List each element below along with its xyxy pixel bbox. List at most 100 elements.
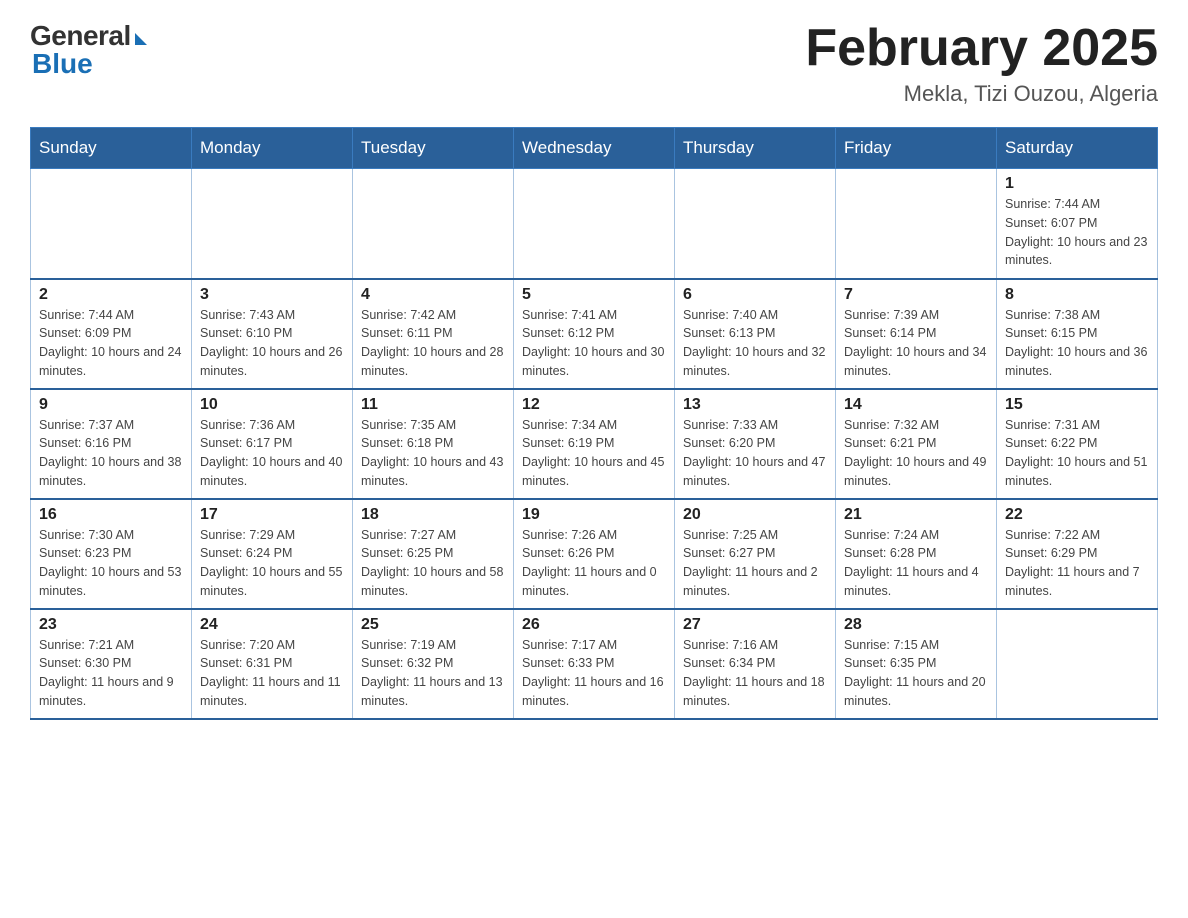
calendar-cell: 22 Sunrise: 7:22 AMSunset: 6:29 PMDayligh… xyxy=(997,499,1158,609)
calendar-cell xyxy=(353,169,514,279)
day-of-week-tuesday: Tuesday xyxy=(353,128,514,169)
day-number: 16 xyxy=(39,506,183,524)
day-number: 12 xyxy=(522,396,666,414)
day-info: Sunrise: 7:42 AMSunset: 6:11 PMDaylight:… xyxy=(361,306,505,381)
day-info: Sunrise: 7:25 AMSunset: 6:27 PMDaylight:… xyxy=(683,526,827,601)
day-number: 13 xyxy=(683,396,827,414)
calendar-cell: 26 Sunrise: 7:17 AMSunset: 6:33 PMDayligh… xyxy=(514,609,675,719)
day-info: Sunrise: 7:44 AMSunset: 6:07 PMDaylight:… xyxy=(1005,195,1149,270)
calendar-cell: 8 Sunrise: 7:38 AMSunset: 6:15 PMDaylight… xyxy=(997,279,1158,389)
calendar-cell: 3 Sunrise: 7:43 AMSunset: 6:10 PMDaylight… xyxy=(192,279,353,389)
day-info: Sunrise: 7:32 AMSunset: 6:21 PMDaylight:… xyxy=(844,416,988,491)
day-number: 23 xyxy=(39,616,183,634)
day-info: Sunrise: 7:38 AMSunset: 6:15 PMDaylight:… xyxy=(1005,306,1149,381)
day-number: 9 xyxy=(39,396,183,414)
day-of-week-monday: Monday xyxy=(192,128,353,169)
day-info: Sunrise: 7:17 AMSunset: 6:33 PMDaylight:… xyxy=(522,636,666,711)
day-number: 14 xyxy=(844,396,988,414)
day-number: 21 xyxy=(844,506,988,524)
day-number: 19 xyxy=(522,506,666,524)
calendar-cell xyxy=(192,169,353,279)
calendar-cell xyxy=(675,169,836,279)
calendar-cell: 23 Sunrise: 7:21 AMSunset: 6:30 PMDayligh… xyxy=(31,609,192,719)
day-number: 24 xyxy=(200,616,344,634)
day-number: 26 xyxy=(522,616,666,634)
day-info: Sunrise: 7:26 AMSunset: 6:26 PMDaylight:… xyxy=(522,526,666,601)
day-info: Sunrise: 7:35 AMSunset: 6:18 PMDaylight:… xyxy=(361,416,505,491)
calendar-title: February 2025 xyxy=(805,20,1158,77)
calendar-cell xyxy=(31,169,192,279)
calendar-cell: 10 Sunrise: 7:36 AMSunset: 6:17 PMDayligh… xyxy=(192,389,353,499)
calendar-week-5: 23 Sunrise: 7:21 AMSunset: 6:30 PMDayligh… xyxy=(31,609,1158,719)
calendar-cell: 9 Sunrise: 7:37 AMSunset: 6:16 PMDaylight… xyxy=(31,389,192,499)
day-info: Sunrise: 7:39 AMSunset: 6:14 PMDaylight:… xyxy=(844,306,988,381)
day-info: Sunrise: 7:31 AMSunset: 6:22 PMDaylight:… xyxy=(1005,416,1149,491)
page-header: General Blue February 2025 Mekla, Tizi O… xyxy=(30,20,1158,107)
day-of-week-saturday: Saturday xyxy=(997,128,1158,169)
calendar-cell: 16Sunrise: 7:30 AMSunset: 6:23 PMDayligh… xyxy=(31,499,192,609)
day-info: Sunrise: 7:16 AMSunset: 6:34 PMDaylight:… xyxy=(683,636,827,711)
day-number: 10 xyxy=(200,396,344,414)
calendar-cell xyxy=(836,169,997,279)
day-number: 27 xyxy=(683,616,827,634)
calendar-cell: 21 Sunrise: 7:24 AMSunset: 6:28 PMDayligh… xyxy=(836,499,997,609)
day-number: 3 xyxy=(200,286,344,304)
day-number: 28 xyxy=(844,616,988,634)
calendar-cell: 7 Sunrise: 7:39 AMSunset: 6:14 PMDaylight… xyxy=(836,279,997,389)
calendar-cell: 25 Sunrise: 7:19 AMSunset: 6:32 PMDayligh… xyxy=(353,609,514,719)
calendar-cell xyxy=(514,169,675,279)
day-number: 22 xyxy=(1005,506,1149,524)
day-of-week-sunday: Sunday xyxy=(31,128,192,169)
day-of-week-wednesday: Wednesday xyxy=(514,128,675,169)
day-number: 7 xyxy=(844,286,988,304)
day-number: 11 xyxy=(361,396,505,414)
title-block: February 2025 Mekla, Tizi Ouzou, Algeria xyxy=(805,20,1158,107)
calendar-cell: 4 Sunrise: 7:42 AMSunset: 6:11 PMDaylight… xyxy=(353,279,514,389)
calendar-week-3: 9 Sunrise: 7:37 AMSunset: 6:16 PMDaylight… xyxy=(31,389,1158,499)
calendar-week-4: 16Sunrise: 7:30 AMSunset: 6:23 PMDayligh… xyxy=(31,499,1158,609)
day-number: 8 xyxy=(1005,286,1149,304)
day-info: Sunrise: 7:22 AMSunset: 6:29 PMDaylight:… xyxy=(1005,526,1149,601)
logo-blue-text: Blue xyxy=(32,48,93,80)
day-number: 18 xyxy=(361,506,505,524)
calendar-cell: 5Sunrise: 7:41 AMSunset: 6:12 PMDaylight… xyxy=(514,279,675,389)
day-info: Sunrise: 7:44 AMSunset: 6:09 PMDaylight:… xyxy=(39,306,183,381)
day-info: Sunrise: 7:20 AMSunset: 6:31 PMDaylight:… xyxy=(200,636,344,711)
calendar-cell: 14 Sunrise: 7:32 AMSunset: 6:21 PMDayligh… xyxy=(836,389,997,499)
day-number: 20 xyxy=(683,506,827,524)
day-info: Sunrise: 7:19 AMSunset: 6:32 PMDaylight:… xyxy=(361,636,505,711)
day-info: Sunrise: 7:24 AMSunset: 6:28 PMDaylight:… xyxy=(844,526,988,601)
day-number: 4 xyxy=(361,286,505,304)
day-info: Sunrise: 7:36 AMSunset: 6:17 PMDaylight:… xyxy=(200,416,344,491)
day-number: 15 xyxy=(1005,396,1149,414)
day-info: Sunrise: 7:37 AMSunset: 6:16 PMDaylight:… xyxy=(39,416,183,491)
day-number: 6 xyxy=(683,286,827,304)
day-info: Sunrise: 7:34 AMSunset: 6:19 PMDaylight:… xyxy=(522,416,666,491)
calendar-subtitle: Mekla, Tizi Ouzou, Algeria xyxy=(805,81,1158,107)
calendar-cell: 20 Sunrise: 7:25 AMSunset: 6:27 PMDayligh… xyxy=(675,499,836,609)
calendar-cell: 27 Sunrise: 7:16 AMSunset: 6:34 PMDayligh… xyxy=(675,609,836,719)
day-info: Sunrise: 7:33 AMSunset: 6:20 PMDaylight:… xyxy=(683,416,827,491)
calendar-cell: 19 Sunrise: 7:26 AMSunset: 6:26 PMDayligh… xyxy=(514,499,675,609)
calendar-cell: 15 Sunrise: 7:31 AMSunset: 6:22 PMDayligh… xyxy=(997,389,1158,499)
calendar-cell: 11 Sunrise: 7:35 AMSunset: 6:18 PMDayligh… xyxy=(353,389,514,499)
day-number: 1 xyxy=(1005,175,1149,193)
day-number: 25 xyxy=(361,616,505,634)
calendar-week-2: 2 Sunrise: 7:44 AMSunset: 6:09 PMDaylight… xyxy=(31,279,1158,389)
calendar-cell: 17 Sunrise: 7:29 AMSunset: 6:24 PMDayligh… xyxy=(192,499,353,609)
logo-arrow-icon xyxy=(135,33,147,45)
calendar-cell: 2 Sunrise: 7:44 AMSunset: 6:09 PMDaylight… xyxy=(31,279,192,389)
calendar-body: 1 Sunrise: 7:44 AMSunset: 6:07 PMDaylight… xyxy=(31,169,1158,719)
day-info: Sunrise: 7:21 AMSunset: 6:30 PMDaylight:… xyxy=(39,636,183,711)
day-info: Sunrise: 7:15 AMSunset: 6:35 PMDaylight:… xyxy=(844,636,988,711)
day-info: Sunrise: 7:29 AMSunset: 6:24 PMDaylight:… xyxy=(200,526,344,601)
calendar-cell: 28 Sunrise: 7:15 AMSunset: 6:35 PMDayligh… xyxy=(836,609,997,719)
day-number: 17 xyxy=(200,506,344,524)
day-of-week-thursday: Thursday xyxy=(675,128,836,169)
calendar-cell: 6Sunrise: 7:40 AMSunset: 6:13 PMDaylight… xyxy=(675,279,836,389)
day-info: Sunrise: 7:43 AMSunset: 6:10 PMDaylight:… xyxy=(200,306,344,381)
day-number: 2 xyxy=(39,286,183,304)
calendar-cell: 13 Sunrise: 7:33 AMSunset: 6:20 PMDayligh… xyxy=(675,389,836,499)
calendar-cell: 18 Sunrise: 7:27 AMSunset: 6:25 PMDayligh… xyxy=(353,499,514,609)
day-info: Sunrise: 7:27 AMSunset: 6:25 PMDaylight:… xyxy=(361,526,505,601)
